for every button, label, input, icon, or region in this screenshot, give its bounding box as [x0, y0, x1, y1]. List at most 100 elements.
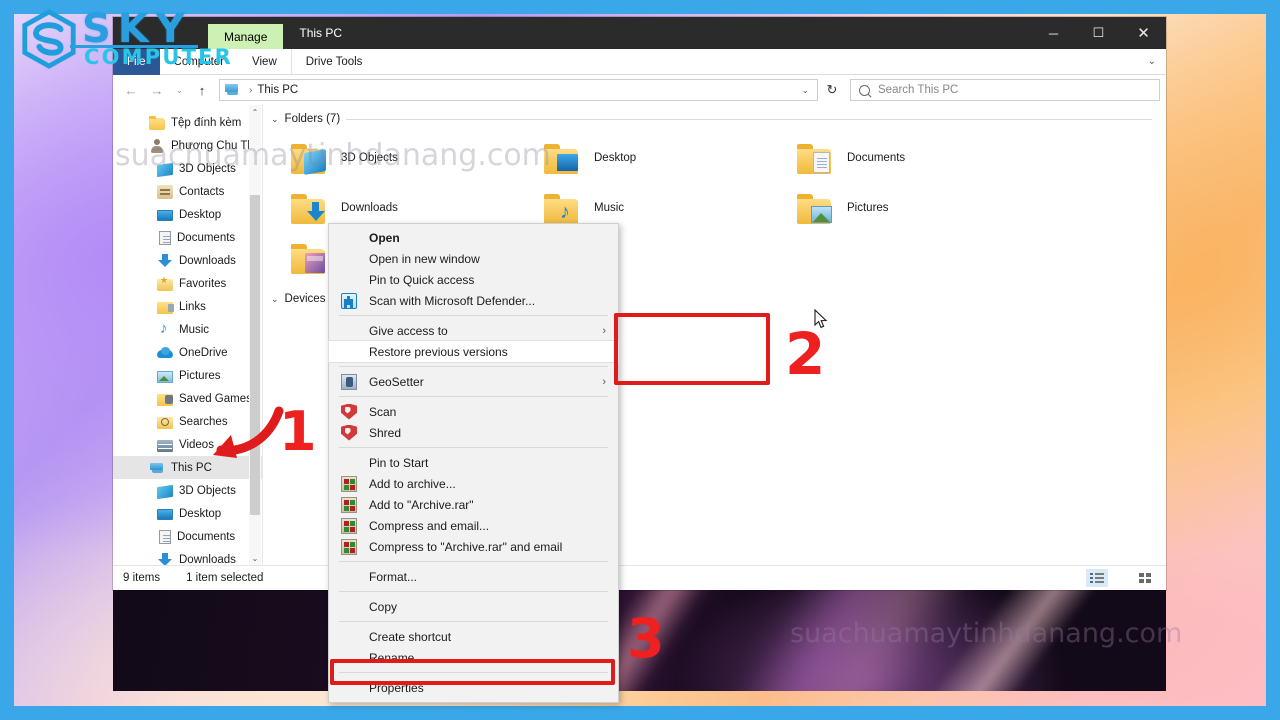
ribbon-tab-computer[interactable]: Computer: [160, 49, 239, 75]
annotation-number-1: 1: [279, 400, 317, 463]
menu-item-open[interactable]: Open: [329, 227, 618, 248]
3d-objects-icon: [157, 484, 173, 499]
sidebar-item-pictures[interactable]: Pictures: [113, 364, 262, 387]
folder-tile-3d-objects[interactable]: 3D Objects: [271, 133, 524, 183]
menu-item-open-in-new-window[interactable]: Open in new window: [329, 248, 618, 269]
scrollbar-thumb[interactable]: [250, 195, 260, 515]
menu-item-label: Open: [369, 230, 400, 245]
sidebar-item-downloads[interactable]: Downloads: [113, 548, 262, 565]
scroll-up-icon[interactable]: ⌃: [249, 105, 261, 119]
folder-music-icon: ♪: [544, 190, 584, 226]
sidebar-item-3d-objects[interactable]: 3D Objects: [113, 479, 262, 502]
folder-tile-desktop[interactable]: Desktop: [524, 133, 777, 183]
menu-item-pin-to-quick-access[interactable]: Pin to Quick access: [329, 269, 618, 290]
menu-item-add-to-archive[interactable]: Add to archive...: [329, 473, 618, 494]
recent-locations-button[interactable]: ⌄: [171, 78, 188, 102]
sidebar-item-label: Documents: [177, 530, 236, 543]
ribbon-tab-file[interactable]: File: [113, 48, 160, 75]
menu-item-label: Add to archive...: [369, 476, 456, 491]
menu-item-scan[interactable]: Scan: [329, 401, 618, 422]
chevron-down-icon[interactable]: ⌄: [271, 114, 279, 125]
menu-separator: [339, 621, 608, 622]
sidebar-item-desktop[interactable]: Desktop: [113, 502, 262, 525]
sidebar-item-links[interactable]: Links: [113, 295, 262, 318]
close-button[interactable]: ✕: [1121, 17, 1166, 49]
menu-item-copy[interactable]: Copy: [329, 596, 618, 617]
menu-item-label: Restore previous versions: [369, 344, 508, 359]
scroll-down-icon[interactable]: ⌄: [249, 551, 261, 565]
sidebar-item-onedrive[interactable]: OneDrive: [113, 341, 262, 364]
menu-separator: [339, 366, 608, 367]
sidebar-item-label: Desktop: [179, 507, 222, 520]
menu-item-label: Open in new window: [369, 251, 480, 266]
menu-item-create-shortcut[interactable]: Create shortcut: [329, 626, 618, 647]
sidebar-item-ph-ng-chu-th[interactable]: Phương Chu Thủ: [113, 134, 262, 157]
menu-item-compress-to-archive-rar-and-email[interactable]: Compress to "Archive.rar" and email: [329, 536, 618, 557]
menu-item-label: Add to "Archive.rar": [369, 497, 474, 512]
chevron-down-icon[interactable]: ⌄: [271, 294, 279, 305]
breadcrumb-path[interactable]: This PC: [257, 84, 298, 96]
menu-item-shred[interactable]: Shred: [329, 422, 618, 443]
chevron-down-icon[interactable]: ⌄: [1148, 56, 1156, 67]
menu-item-label: Shred: [369, 425, 402, 440]
tab-manage[interactable]: Manage: [208, 24, 284, 49]
menu-separator: [339, 447, 608, 448]
selection-label: 1 item selected: [186, 572, 264, 584]
forward-button[interactable]: →: [145, 78, 169, 102]
menu-separator: [339, 396, 608, 397]
sidebar-item-t-p-nh-k-m[interactable]: Tệp đính kèm: [113, 111, 262, 134]
menu-item-give-access-to[interactable]: Give access to ›: [329, 320, 618, 341]
menu-item-restore-previous-versions[interactable]: Restore previous versions: [328, 340, 619, 363]
sidebar-item-music[interactable]: Music: [113, 318, 262, 341]
folder-tile-documents[interactable]: Documents: [777, 133, 1030, 183]
desktop-icon: [157, 509, 173, 520]
back-button[interactable]: ←: [119, 78, 143, 102]
annotation-box-2: [614, 313, 770, 385]
sidebar-item-label: Links: [179, 300, 206, 313]
sidebar-item-3d-objects[interactable]: 3D Objects: [113, 157, 262, 180]
ribbon-tab-drive-tools[interactable]: Drive Tools: [290, 48, 377, 75]
sidebar-item-favorites[interactable]: Favorites: [113, 272, 262, 295]
menu-item-label: Compress and email...: [369, 518, 490, 533]
refresh-button[interactable]: ↻: [820, 79, 844, 101]
folders-group-header[interactable]: ⌄ Folders (7): [271, 113, 1166, 125]
favorites-icon: [157, 275, 173, 291]
sidebar-item-label: Desktop: [179, 208, 222, 221]
menu-separator: [339, 591, 608, 592]
sidebar-item-documents[interactable]: Documents: [113, 525, 262, 548]
folder-desktop-icon: [544, 140, 584, 176]
sidebar-item-downloads[interactable]: Downloads: [113, 249, 262, 272]
menu-item-pin-to-start[interactable]: Pin to Start: [329, 452, 618, 473]
sidebar-item-label: OneDrive: [179, 346, 228, 359]
sidebar-item-label: Documents: [177, 231, 236, 244]
chevron-down-icon[interactable]: ⌄: [797, 85, 813, 96]
desktop-icon: [157, 210, 173, 221]
search-input[interactable]: Search This PC: [850, 79, 1160, 101]
menu-item-compress-and-email[interactable]: Compress and email...: [329, 515, 618, 536]
menu-item-format[interactable]: Format...: [329, 566, 618, 587]
menu-item-scan-with-microsoft-defender[interactable]: Scan with Microsoft Defender...: [329, 290, 618, 311]
sidebar-item-contacts[interactable]: Contacts: [113, 180, 262, 203]
sidebar-item-label: Downloads: [179, 254, 236, 267]
menu-item-add-to-archive-rar[interactable]: Add to "Archive.rar": [329, 494, 618, 515]
downloads-icon: [157, 253, 173, 269]
folder-tile-pictures[interactable]: Pictures: [777, 183, 1030, 233]
navigation-scrollbar[interactable]: ⌃ ⌄: [249, 105, 261, 565]
sidebar-item-documents[interactable]: Documents: [113, 226, 262, 249]
ribbon-tab-view[interactable]: View: [238, 49, 291, 75]
chevron-right-icon: ›: [602, 375, 606, 388]
context-menu[interactable]: Open Open in new window Pin to Quick acces…: [328, 223, 619, 703]
details-view-icon[interactable]: [1086, 569, 1108, 587]
folder-downloads-icon: [291, 190, 331, 226]
breadcrumb[interactable]: › This PC ⌄: [219, 79, 818, 101]
sidebar-item-desktop[interactable]: Desktop: [113, 203, 262, 226]
up-button[interactable]: ↑: [190, 78, 214, 102]
folder-tile-label: Downloads: [341, 202, 398, 214]
sidebar-item-label: Saved Games: [179, 392, 252, 405]
sidebar-item-label: Downloads: [179, 553, 236, 566]
menu-item-geosetter[interactable]: GeoSetter ›: [329, 371, 618, 392]
large-icons-view-icon[interactable]: [1134, 569, 1156, 587]
minimize-button[interactable]: ─: [1031, 17, 1076, 49]
maximize-button[interactable]: ☐: [1076, 17, 1121, 49]
menu-item-label: Compress to "Archive.rar" and email: [369, 539, 563, 554]
